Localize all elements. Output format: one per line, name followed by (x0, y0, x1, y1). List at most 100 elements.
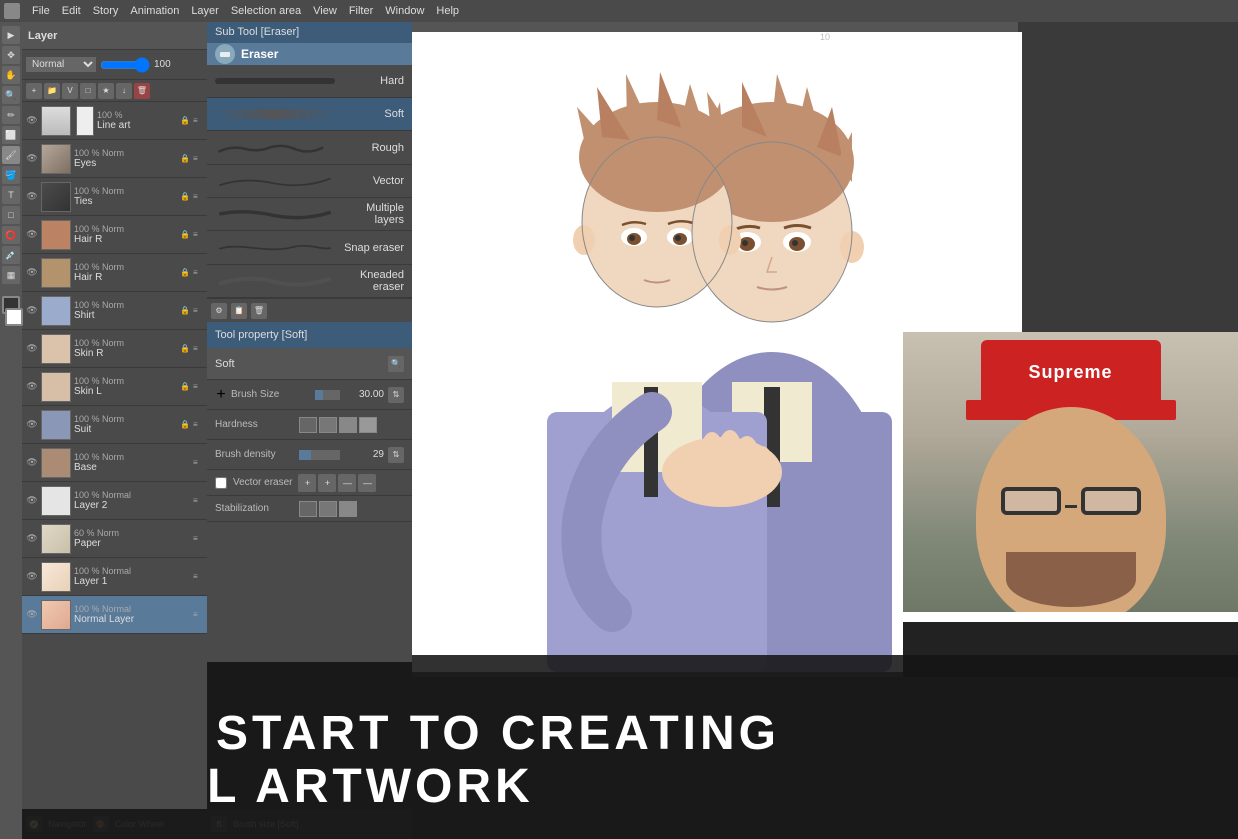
layer-lock-icon[interactable]: 🔒 (180, 192, 190, 202)
new-layer-btn[interactable]: + (26, 83, 42, 99)
layer-row[interactable]: 👁 100 % Norm Hair R 🔒 ≡ (22, 254, 207, 292)
layer-row[interactable]: 👁 100 % Normal Layer 2 ≡ (22, 482, 207, 520)
layer-lock-icon[interactable]: 🔒 (180, 420, 190, 430)
tool-color-bg[interactable] (5, 308, 23, 326)
merge-btn[interactable]: ↓ (116, 83, 132, 99)
subtool-item-snap[interactable]: Snap eraser (207, 231, 412, 264)
ve-btn1[interactable]: + (298, 474, 316, 492)
layer-menu-icon[interactable]: ≡ (193, 572, 203, 582)
layer-menu-icon[interactable]: ≡ (193, 116, 203, 126)
layer-row[interactable]: 👁 100 % Line art 🔒 ≡ (22, 102, 207, 140)
layer-lock-icon[interactable]: 🔒 (180, 230, 190, 240)
hardness-box1[interactable] (299, 417, 317, 433)
menu-animation[interactable]: Animation (130, 5, 179, 17)
ve-btn3[interactable]: — (338, 474, 356, 492)
tool-shape[interactable]: □ (2, 206, 20, 224)
add-icon[interactable]: + (215, 389, 227, 401)
layer-visibility[interactable]: 👁 (26, 571, 38, 583)
layer-row[interactable]: 👁 100 % Norm Suit 🔒 ≡ (22, 406, 207, 444)
layer-row[interactable]: 👁 100 % Norm Eyes 🔒 ≡ (22, 140, 207, 178)
vector-eraser-checkbox[interactable] (215, 477, 227, 489)
layer-mask-btn[interactable]: □ (80, 83, 96, 99)
subtool-item-soft[interactable]: Soft (207, 98, 412, 131)
layer-row[interactable]: 👁 100 % Norm Skin R 🔒 ≡ (22, 330, 207, 368)
menu-file[interactable]: File (32, 5, 50, 17)
layer-lock-icon[interactable]: 🔒 (180, 268, 190, 278)
menu-layer[interactable]: Layer (191, 5, 219, 17)
hardness-box2[interactable] (319, 417, 337, 433)
tool-text[interactable]: T (2, 186, 20, 204)
layer-visibility[interactable]: 👁 (26, 533, 38, 545)
layer-menu-icon[interactable]: ≡ (193, 306, 203, 316)
layer-menu-icon[interactable]: ≡ (193, 344, 203, 354)
layer-lock-icon[interactable]: 🔒 (180, 344, 190, 354)
layer-row[interactable]: 👁 100 % Norm Ties 🔒 ≡ (22, 178, 207, 216)
subtool-item-rough[interactable]: Rough (207, 131, 412, 164)
layer-menu-icon[interactable]: ≡ (193, 230, 203, 240)
tool-prop-search[interactable]: 🔍 (388, 356, 404, 372)
opacity-slider[interactable] (100, 57, 150, 73)
menu-edit[interactable]: Edit (62, 5, 81, 17)
tool-color-pick[interactable]: 💉 (2, 246, 20, 264)
new-folder-btn[interactable]: 📁 (44, 83, 60, 99)
layer-lock-icon[interactable]: 🔒 (180, 154, 190, 164)
subtool-item-hard[interactable]: Hard (207, 65, 412, 98)
layer-row[interactable]: 👁 100 % Norm Hair R 🔒 ≡ (22, 216, 207, 254)
layer-menu-icon[interactable]: ≡ (193, 610, 203, 620)
layer-menu-icon[interactable]: ≡ (193, 382, 203, 392)
layer-visibility[interactable]: 👁 (26, 609, 38, 621)
subtool-item-multiple[interactable]: Multiple layers (207, 198, 412, 231)
menu-selection[interactable]: Selection area (231, 5, 301, 17)
layer-row[interactable]: 👁 100 % Norm Skin L 🔒 ≡ (22, 368, 207, 406)
layer-menu-icon[interactable]: ≡ (193, 534, 203, 544)
layer-visibility[interactable]: 👁 (26, 305, 38, 317)
brushsize-slider[interactable] (315, 390, 340, 400)
layer-menu-icon[interactable]: ≡ (193, 496, 203, 506)
subtool-item-vector[interactable]: Vector (207, 165, 412, 198)
layer-menu-icon[interactable]: ≡ (193, 458, 203, 468)
layer-menu-icon[interactable]: ≡ (193, 420, 203, 430)
ve-btn4[interactable]: — (358, 474, 376, 492)
hardness-box4[interactable] (359, 417, 377, 433)
layer-visibility[interactable]: 👁 (26, 191, 38, 203)
blend-mode-select[interactable]: Normal (26, 57, 96, 72)
menu-story[interactable]: Story (93, 5, 119, 17)
layer-lock-icon[interactable]: 🔒 (180, 306, 190, 316)
layer-menu-icon[interactable]: ≡ (193, 268, 203, 278)
ve-btn2[interactable]: + (318, 474, 336, 492)
subtool-item-kneaded[interactable]: Kneaded eraser (207, 265, 412, 298)
delete-layer-btn[interactable]: 🗑 (134, 83, 150, 99)
subtool-settings-btn[interactable]: ⚙ (211, 303, 227, 319)
menu-window[interactable]: Window (385, 5, 424, 17)
tool-select[interactable]: ▶ (2, 26, 20, 44)
subtool-trash-btn[interactable]: 🗑 (251, 303, 267, 319)
stab-box2[interactable] (319, 501, 337, 517)
layer-visibility[interactable]: 👁 (26, 343, 38, 355)
layer-visibility[interactable]: 👁 (26, 419, 38, 431)
layer-row[interactable]: 👁 100 % Normal Layer 1 ≡ (22, 558, 207, 596)
layer-visibility[interactable]: 👁 (26, 115, 38, 127)
new-vector-btn[interactable]: V (62, 83, 78, 99)
layer-row[interactable]: 👁 60 % Norm Paper ≡ (22, 520, 207, 558)
layer-visibility[interactable]: 👁 (26, 381, 38, 393)
tool-move[interactable]: ✥ (2, 46, 20, 64)
tool-zoom[interactable]: 🔍 (2, 86, 20, 104)
layer-row[interactable]: 👁 100 % Norm Shirt 🔒 ≡ (22, 292, 207, 330)
menu-view[interactable]: View (313, 5, 337, 17)
layer-lock-icon[interactable]: 🔒 (180, 382, 190, 392)
stab-box3[interactable] (339, 501, 357, 517)
tool-pen[interactable]: ✏ (2, 106, 20, 124)
brushsize-arrows[interactable]: ⇅ (388, 387, 404, 403)
layer-row-selected[interactable]: 👁 100 % Normal Normal Layer ≡ (22, 596, 207, 634)
layer-lock-icon[interactable]: 🔒 (180, 116, 190, 126)
tool-grad[interactable]: ▦ (2, 266, 20, 284)
tool-hand[interactable]: ✋ (2, 66, 20, 84)
density-arrows[interactable]: ⇅ (388, 447, 404, 463)
tool-lasso[interactable]: ⭕ (2, 226, 20, 244)
layer-menu-icon[interactable]: ≡ (193, 192, 203, 202)
layer-visibility[interactable]: 👁 (26, 229, 38, 241)
tool-brush[interactable]: 🖌 (2, 146, 20, 164)
layer-menu-icon[interactable]: ≡ (193, 154, 203, 164)
density-slider[interactable] (299, 450, 340, 460)
layer-visibility[interactable]: 👁 (26, 495, 38, 507)
